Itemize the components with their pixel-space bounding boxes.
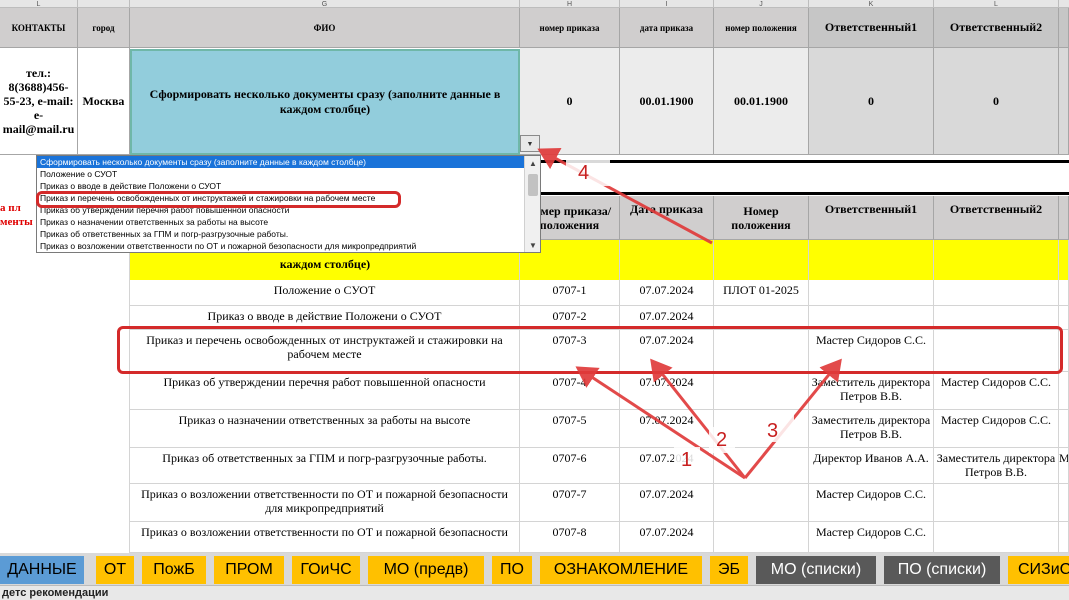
tab-oznakomlenie[interactable]: ОЗНАКОМЛЕНИЕ bbox=[540, 556, 702, 584]
sheet-tab-bar: ДАННЫЕ ОТ ПожБ ПРОМ ГОиЧС МО (предв) ПО … bbox=[0, 553, 1069, 585]
annotation-number-1: 1 bbox=[681, 449, 693, 471]
arrow-1 bbox=[575, 366, 746, 480]
annotation-number-2: 2 bbox=[716, 429, 728, 451]
tab-po[interactable]: ПО bbox=[492, 556, 532, 584]
tab-eb[interactable]: ЭБ bbox=[710, 556, 748, 584]
tab-prom[interactable]: ПРОМ bbox=[214, 556, 284, 584]
tab-ot[interactable]: ОТ bbox=[96, 556, 134, 584]
tab-goichs[interactable]: ГОиЧС bbox=[292, 556, 360, 584]
annotation-number-4: 4 bbox=[578, 162, 590, 184]
tab-po-spiski[interactable]: ПО (списки) bbox=[884, 556, 1000, 584]
tab-dannye[interactable]: ДАННЫЕ bbox=[0, 556, 84, 584]
status-strip: детс рекомендации bbox=[0, 585, 1069, 600]
tab-sizis[interactable]: СИЗиС bbox=[1008, 556, 1069, 584]
annotation-number-3: 3 bbox=[767, 420, 779, 442]
tab-mo-spiski[interactable]: МО (списки) bbox=[756, 556, 876, 584]
tab-mo-predv[interactable]: МО (предв) bbox=[368, 556, 484, 584]
tab-pozhb[interactable]: ПожБ bbox=[142, 556, 206, 584]
annotation-arrows bbox=[537, 148, 842, 480]
